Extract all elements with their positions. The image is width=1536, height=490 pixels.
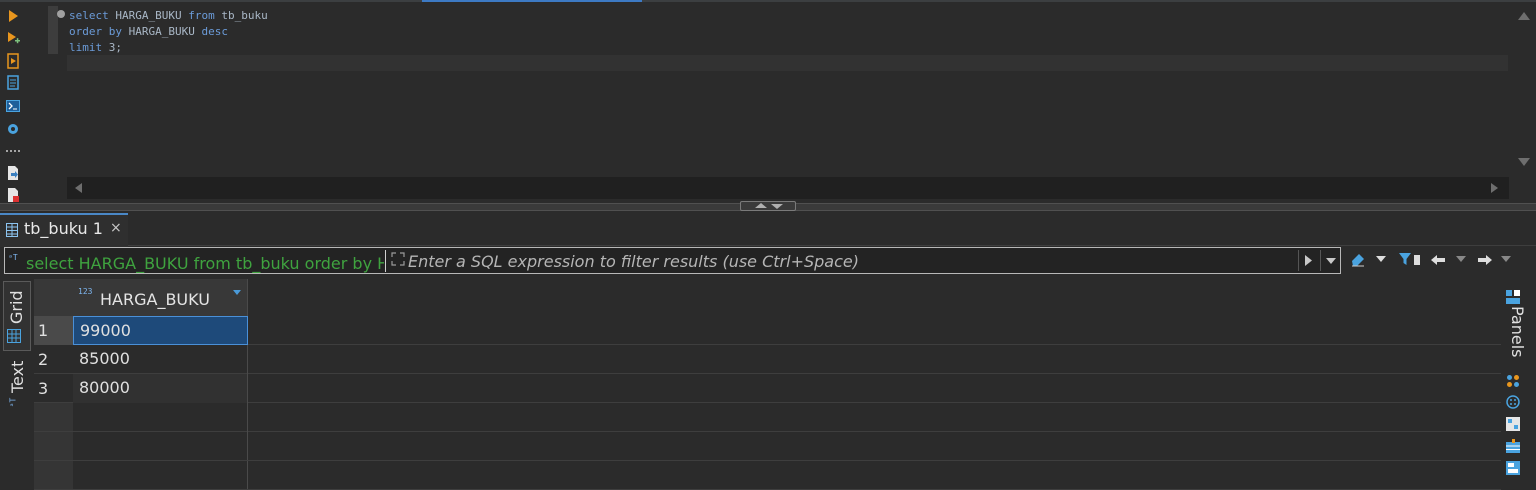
forward-icon[interactable] xyxy=(1477,252,1493,266)
calc-icon[interactable] xyxy=(1506,416,1520,431)
console-icon[interactable] xyxy=(5,98,21,114)
scroll-down-icon[interactable] xyxy=(1518,158,1530,166)
table-cell[interactable]: 99000 xyxy=(73,316,248,345)
current-line-highlight xyxy=(67,55,1508,71)
empty-row xyxy=(34,461,1501,490)
scroll-left-icon[interactable] xyxy=(75,183,82,193)
panels-label[interactable]: Panels xyxy=(1508,306,1527,358)
row-number: 3 xyxy=(38,379,49,398)
explain-plan-icon[interactable] xyxy=(5,75,21,91)
panels-icon[interactable] xyxy=(1506,289,1520,304)
export-panel-icon[interactable] xyxy=(1506,438,1520,453)
grid-corner[interactable] xyxy=(34,279,73,316)
empty-row xyxy=(34,432,1501,461)
forward-dropdown-icon[interactable] xyxy=(1501,256,1511,262)
editor-vertical-scrollbar[interactable] xyxy=(1510,6,1536,176)
table-cell[interactable]: 85000 xyxy=(73,345,248,374)
load-script-icon[interactable] xyxy=(5,187,21,203)
tab-text-label[interactable]: Text xyxy=(8,361,27,393)
export-icon[interactable] xyxy=(5,165,21,181)
filter-input[interactable] xyxy=(408,250,1288,272)
tab-label[interactable]: tb_buku 1 xyxy=(24,219,103,239)
tab-grid-label[interactable]: Grid xyxy=(7,290,26,324)
identifier: HARGA_BUKU xyxy=(108,9,189,22)
filter-history-dropdown[interactable] xyxy=(1320,250,1341,271)
keyword: from xyxy=(188,9,215,22)
more-icon[interactable] xyxy=(5,143,21,159)
fold-toggle-icon[interactable] xyxy=(57,10,65,18)
identifier: 3; xyxy=(102,41,122,54)
keyword: limit xyxy=(69,41,103,54)
eraser-dropdown-icon[interactable] xyxy=(1376,256,1386,262)
expand-icon[interactable] xyxy=(390,251,406,267)
grid-settings-icon[interactable] xyxy=(1506,394,1520,409)
sql-editor[interactable] xyxy=(48,6,1509,176)
code-line-1: select HARGA_BUKU from tb_buku xyxy=(69,8,268,24)
back-icon[interactable] xyxy=(1430,252,1446,266)
scroll-right-icon[interactable] xyxy=(1491,183,1498,193)
filter-icon[interactable] xyxy=(1398,251,1414,267)
text-type-icon: ᵃT xyxy=(8,253,18,262)
sort-desc-icon[interactable] xyxy=(233,290,241,295)
active-editor-indicator xyxy=(422,0,642,2)
table-icon xyxy=(6,222,18,237)
row-number: 2 xyxy=(38,350,49,369)
editor-toolbar xyxy=(0,2,30,206)
numeric-type-icon: 123 xyxy=(78,287,93,296)
table-row[interactable] xyxy=(34,374,1501,403)
splitter-toggle[interactable] xyxy=(740,201,796,211)
back-dropdown-icon[interactable] xyxy=(1456,256,1466,262)
column-header-label[interactable]: HARGA_BUKU xyxy=(100,290,210,309)
execute-script-icon[interactable] xyxy=(5,53,21,69)
row-number: 1 xyxy=(38,321,49,340)
identifier: HARGA_BUKU xyxy=(121,25,202,38)
keyword: desc xyxy=(201,25,228,38)
filter-query-text[interactable]: select HARGA_BUKU from tb_buku order by … xyxy=(26,254,384,274)
palette-icon[interactable] xyxy=(1506,373,1520,387)
keyword: order by xyxy=(69,25,122,38)
apply-filter-button[interactable] xyxy=(1298,250,1319,271)
filter-options-icon[interactable] xyxy=(1414,255,1420,265)
eraser-icon[interactable] xyxy=(1350,251,1366,267)
code-line-2: order by HARGA_BUKU desc xyxy=(69,24,228,40)
grid-icon xyxy=(7,328,21,343)
empty-row xyxy=(34,403,1501,432)
results-tab-bar xyxy=(0,211,1536,246)
identifier: tb_buku xyxy=(214,9,268,22)
table-row[interactable] xyxy=(34,316,1501,345)
settings-icon[interactable] xyxy=(5,121,21,137)
table-row[interactable] xyxy=(34,345,1501,374)
run-statement-icon[interactable] xyxy=(5,8,21,24)
editor-horizontal-scrollbar[interactable] xyxy=(67,177,1509,199)
filter-divider xyxy=(385,250,386,272)
scroll-up-icon[interactable] xyxy=(1518,12,1530,20)
table-cell[interactable]: 80000 xyxy=(73,374,248,403)
text-icon: ᵃT xyxy=(8,397,18,408)
close-icon[interactable]: × xyxy=(110,220,122,236)
record-panel-icon[interactable] xyxy=(1506,460,1520,475)
run-in-new-tab-icon[interactable] xyxy=(5,30,21,46)
code-line-3: limit 3; xyxy=(69,40,122,56)
keyword: select xyxy=(69,9,109,22)
top-border xyxy=(0,0,1536,2)
